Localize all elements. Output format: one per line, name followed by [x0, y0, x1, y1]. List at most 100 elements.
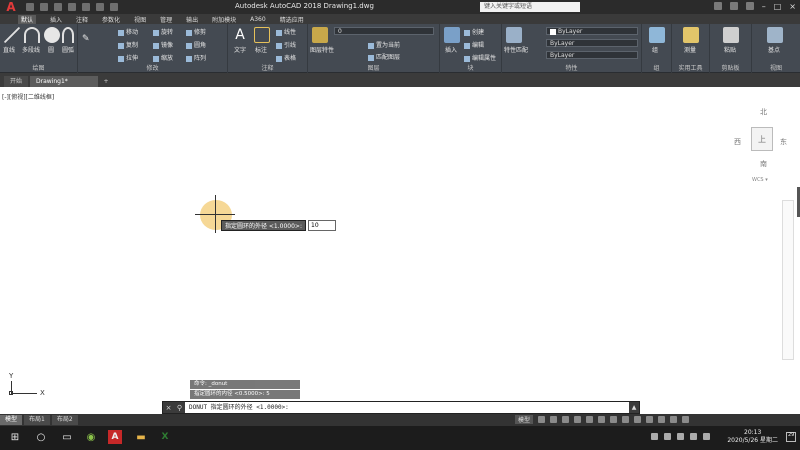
excel-icon[interactable]: X [158, 430, 172, 444]
match-properties-icon[interactable] [506, 27, 522, 43]
tab-view[interactable]: 视图 [134, 15, 146, 24]
layer-properties-icon[interactable] [312, 27, 328, 43]
fillet-button[interactable]: 圆角 [186, 40, 206, 49]
text-label[interactable]: 文字 [234, 45, 246, 54]
navigation-bar[interactable] [782, 200, 794, 360]
circle-label[interactable]: 圆 [48, 45, 54, 54]
tab-start[interactable]: 开始 [4, 76, 29, 87]
close-icon[interactable]: × [789, 2, 796, 12]
maximize-icon[interactable]: □ [774, 2, 782, 12]
viewport-controls[interactable]: [-][俯视][二维线框] [2, 92, 54, 101]
scale-button[interactable]: 缩放 [153, 53, 173, 62]
tab-featured-apps[interactable]: 精选应用 [280, 15, 304, 24]
otrack-icon[interactable] [598, 416, 606, 423]
osnap-icon[interactable] [586, 416, 594, 423]
color-dropdown[interactable]: ByLayer [546, 27, 638, 35]
tab-drawing1[interactable]: Drawing1* [30, 76, 99, 87]
base-label[interactable]: 基点 [768, 45, 780, 54]
save-icon[interactable] [54, 3, 62, 11]
paste-label[interactable]: 粘贴 [724, 45, 736, 54]
model-space-button[interactable]: 模型 [515, 415, 534, 424]
edit-point-icon[interactable]: ✎ [82, 34, 90, 44]
insert-label[interactable]: 插入 [445, 45, 457, 54]
group-icon[interactable] [649, 27, 665, 43]
chevron-up-icon[interactable]: ▲ [629, 404, 639, 411]
save-as-icon[interactable] [68, 3, 76, 11]
notification-icon[interactable]: 29 [786, 432, 796, 442]
autocad-taskbar-icon[interactable]: A [108, 430, 122, 444]
tab-addins[interactable]: 附加模块 [212, 15, 236, 24]
modify-panel-label[interactable]: 修改 [78, 63, 227, 72]
battery-icon[interactable] [703, 433, 710, 440]
customize-icon[interactable]: ⚲ [174, 404, 185, 412]
ime-icon[interactable] [690, 433, 697, 440]
table-button[interactable]: 表格 [276, 53, 296, 62]
drawing-canvas[interactable]: [-][俯视][二维线框] 北 西 上 东 南 WCS ▾ 指定圆环的外径 <1… [0, 87, 800, 402]
copy-button[interactable]: 复制 [118, 40, 138, 49]
grid-icon[interactable] [538, 416, 546, 423]
edit-attribute-button[interactable]: 编辑属性 [464, 53, 496, 62]
search-input[interactable]: 键入关键字或短语 [480, 2, 580, 12]
clipboard-panel-label[interactable]: 剪贴板 [710, 63, 751, 72]
tab-annotate[interactable]: 注释 [76, 15, 88, 24]
measure-icon[interactable] [683, 27, 699, 43]
trim-button[interactable]: 修剪 [186, 27, 206, 36]
customize-status-icon[interactable] [682, 416, 690, 423]
tab-layout1[interactable]: 布局1 [24, 415, 50, 425]
help-icon[interactable] [745, 2, 754, 10]
insert-block-icon[interactable] [444, 27, 460, 43]
create-block-button[interactable]: 创建 [464, 27, 484, 36]
utilities-panel-label[interactable]: 实用工具 [672, 63, 709, 72]
viewcube-top[interactable]: 上 [751, 127, 773, 151]
dynamic-input-field[interactable]: 10 [308, 220, 336, 231]
polyline-icon[interactable] [24, 27, 40, 43]
volume-icon[interactable] [677, 433, 684, 440]
arc-icon[interactable] [62, 27, 74, 43]
stretch-button[interactable]: 拉伸 [118, 53, 138, 62]
layer-properties-label[interactable]: 图层特性 [310, 45, 334, 54]
properties-panel-label[interactable]: 特性 [502, 63, 641, 72]
view-panel-label[interactable]: 视图 [752, 63, 800, 72]
new-icon[interactable] [26, 3, 34, 11]
leader-button[interactable]: 引线 [276, 40, 296, 49]
autocad-logo-icon[interactable]: A [0, 0, 22, 14]
move-button[interactable]: 移动 [118, 27, 138, 36]
tab-a360[interactable]: A360 [250, 16, 266, 23]
linetype-dropdown[interactable]: ByLayer [546, 39, 638, 47]
arc-label[interactable]: 圆弧 [62, 45, 74, 54]
match-layer-button[interactable]: 匹配图层 [368, 52, 400, 61]
ortho-icon[interactable] [562, 416, 570, 423]
annotation-panel-label[interactable]: 注释 [228, 63, 307, 72]
block-panel-label[interactable]: 块 [440, 63, 501, 72]
viewcube-west[interactable]: 西 [734, 137, 741, 147]
clean-screen-icon[interactable] [670, 416, 678, 423]
match-properties-label[interactable]: 特性匹配 [504, 45, 528, 54]
base-view-icon[interactable] [767, 27, 783, 43]
annotation-scale-icon[interactable] [622, 416, 630, 423]
mirror-button[interactable]: 镜像 [153, 40, 173, 49]
snap-icon[interactable] [550, 416, 558, 423]
new-tab-button[interactable]: + [100, 76, 112, 87]
tab-default[interactable]: 默认 [18, 14, 37, 24]
close-icon[interactable]: × [163, 404, 174, 412]
lineweight-dropdown[interactable]: ByLayer [546, 51, 638, 59]
tab-parametric[interactable]: 参数化 [102, 15, 120, 24]
groups-panel-label[interactable]: 组 [642, 63, 671, 72]
polyline-label[interactable]: 多段线 [22, 45, 40, 54]
linear-button[interactable]: 线性 [276, 27, 296, 36]
open-icon[interactable] [40, 3, 48, 11]
set-current-button[interactable]: 置为当前 [368, 40, 400, 49]
tab-model[interactable]: 模型 [0, 415, 23, 425]
draw-panel-label[interactable]: 绘图 [0, 63, 77, 72]
tab-insert[interactable]: 插入 [50, 15, 62, 24]
dimension-icon[interactable] [254, 27, 270, 43]
print-icon[interactable] [82, 3, 90, 11]
task-view-icon[interactable]: ▭ [60, 430, 74, 444]
browser-icon[interactable]: ◉ [84, 430, 98, 444]
viewcube[interactable]: 北 西 上 东 南 WCS ▾ [728, 107, 788, 187]
rotate-button[interactable]: 旋转 [153, 27, 173, 36]
line-icon[interactable] [4, 27, 20, 43]
viewcube-south[interactable]: 南 [760, 159, 767, 169]
redo-icon[interactable] [110, 3, 118, 11]
tab-manage[interactable]: 管理 [160, 15, 172, 24]
